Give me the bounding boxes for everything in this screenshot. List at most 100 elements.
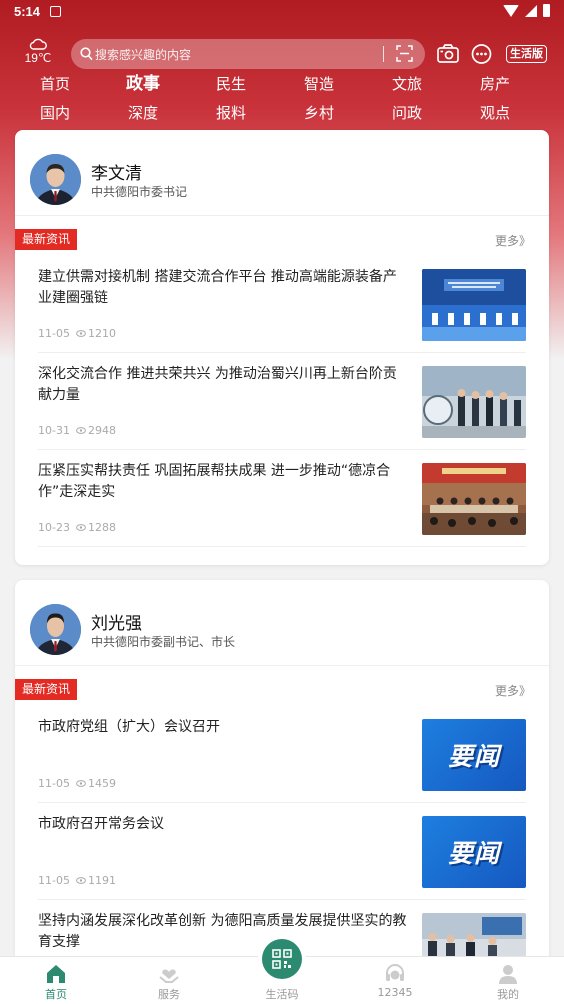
user-icon — [499, 965, 517, 984]
eye-icon — [76, 877, 86, 884]
news-thumbnail — [422, 269, 526, 341]
status-bar: 5:14 — [0, 0, 564, 26]
news-title: 坚持内涵发展深化改革创新 为德阳高质量发展提供坚实的教育支撑 — [38, 913, 407, 950]
wifi-icon — [503, 4, 519, 17]
leader-header[interactable]: 刘光强 中共德阳市委副书记、市长 — [15, 580, 549, 666]
news-item[interactable]: 深化交流合作 推进共荣共兴 为推动治蜀兴川再上新台阶贡献力量 10-31 294… — [38, 353, 526, 450]
tab-hotline[interactable]: 12345 — [355, 957, 435, 1004]
news-thumbnail — [422, 366, 526, 438]
category-tab[interactable]: 智造 — [275, 70, 363, 99]
heart-hands-icon — [159, 969, 179, 983]
news-title: 建立供需对接机制 搭建交流合作平台 推动高端能源装备产业建圈强链 — [38, 269, 397, 306]
tab-label: 12345 — [377, 986, 413, 999]
news-thumbnail — [422, 463, 526, 535]
leader-name: 刘光强 — [91, 614, 142, 634]
category-tab[interactable]: 深度 — [99, 99, 187, 128]
scan-icon[interactable] — [396, 45, 413, 62]
news-views: 2948 — [87, 424, 116, 437]
news-views: 1288 — [87, 521, 116, 534]
news-item[interactable]: 压紧压实帮扶责任 巩固拓展帮扶成果 进一步推动“德凉合作”走深走实 10-23 … — [38, 450, 526, 547]
news-date: 10-23 — [38, 521, 70, 534]
section-bar: 最新资讯 更多》 — [15, 666, 549, 706]
tab-services[interactable]: 服务 — [129, 957, 209, 1004]
avatar — [30, 604, 81, 655]
category-tab[interactable]: 乡村 — [275, 99, 363, 128]
news-views: 1210 — [87, 327, 116, 340]
latest-news-tag: 最新资讯 — [15, 229, 78, 250]
news-views: 1191 — [87, 874, 116, 887]
eye-icon — [76, 780, 86, 787]
news-item[interactable]: 市政府召开常务会议 11-05 1191 要闻 — [38, 803, 526, 900]
category-tab[interactable]: 民生 — [187, 70, 275, 99]
category-tab[interactable]: 报料 — [187, 99, 275, 128]
battery-icon — [543, 4, 550, 17]
news-title: 市政府召开常务会议 — [38, 816, 164, 832]
leader-card: 刘光强 中共德阳市委副书记、市长 最新资讯 更多》 市政府党组（扩大）会议召开 … — [15, 580, 549, 1000]
news-meta: 10-31 2948 — [38, 424, 116, 437]
eye-icon — [76, 330, 86, 337]
leader-card: 李文清 中共德阳市委书记 最新资讯 更多》 建立供需对接机制 搭建交流合作平台 … — [15, 130, 549, 565]
more-dots-icon[interactable] — [471, 44, 492, 64]
news-item[interactable]: 建立供需对接机制 搭建交流合作平台 推动高端能源装备产业建圈强链 11-05 1… — [38, 256, 526, 353]
search-icon — [80, 47, 93, 61]
category-row-2: 国内 深度 报料 乡村 问政 观点 — [11, 99, 539, 128]
eye-icon — [76, 427, 86, 434]
news-date: 11-05 — [38, 327, 70, 340]
avatar — [30, 154, 81, 205]
news-item[interactable]: 市政府党组（扩大）会议召开 11-05 1459 要闻 — [38, 706, 526, 803]
news-date: 11-05 — [38, 777, 70, 790]
eye-icon — [76, 524, 86, 531]
category-tab[interactable]: 首页 — [11, 70, 99, 99]
news-meta: 11-05 1459 — [38, 777, 116, 790]
notification-icon — [50, 6, 61, 17]
news-title: 深化交流合作 推进共荣共兴 为推动治蜀兴川再上新台阶贡献力量 — [38, 366, 397, 403]
news-date: 11-05 — [38, 874, 70, 887]
leader-title: 中共德阳市委副书记、市长 — [91, 635, 236, 649]
news-date: 10-31 — [38, 424, 70, 437]
tab-profile[interactable]: 我的 — [468, 957, 548, 1004]
qr-code-button[interactable] — [262, 939, 302, 979]
category-row-1: 首页 政事 民生 智造 文旅 房产 — [11, 70, 539, 99]
tab-home[interactable]: 首页 — [16, 957, 96, 1004]
news-meta: 10-23 1288 — [38, 521, 116, 534]
leader-title: 中共德阳市委书记 — [91, 185, 188, 199]
tab-label: 我的 — [497, 988, 519, 1001]
camera-icon[interactable] — [437, 44, 459, 63]
headset-icon — [386, 964, 404, 981]
category-tab[interactable]: 国内 — [11, 99, 99, 128]
status-time: 5:14 — [14, 4, 41, 19]
news-thumbnail: 要闻 — [422, 816, 526, 888]
qr-code-icon — [272, 949, 292, 969]
tab-label: 生活码 — [265, 988, 299, 1001]
more-link[interactable]: 更多》 — [495, 232, 531, 249]
signal-icon — [525, 4, 537, 17]
tab-label: 服务 — [158, 988, 180, 1001]
news-thumbnail: 要闻 — [422, 719, 526, 791]
news-title: 市政府党组（扩大）会议召开 — [38, 719, 220, 735]
thumbnail-label: 要闻 — [447, 839, 500, 868]
category-tab[interactable]: 问政 — [363, 99, 451, 128]
thumbnail-label: 要闻 — [447, 742, 500, 771]
leader-header[interactable]: 李文清 中共德阳市委书记 — [15, 130, 549, 216]
life-edition-button[interactable]: 生活版 — [506, 45, 547, 63]
category-tab[interactable]: 观点 — [451, 99, 539, 128]
home-icon — [47, 965, 65, 983]
news-views: 1459 — [87, 777, 116, 790]
more-link[interactable]: 更多》 — [495, 682, 531, 699]
section-bar: 最新资讯 更多》 — [15, 216, 549, 256]
search-divider — [383, 46, 384, 62]
tab-label: 首页 — [45, 988, 67, 1001]
news-title: 压紧压实帮扶责任 巩固拓展帮扶成果 进一步推动“德凉合作”走深走实 — [38, 463, 391, 500]
search-input[interactable]: 搜索感兴趣的内容 — [71, 39, 425, 69]
category-tab[interactable]: 文旅 — [363, 70, 451, 99]
status-icons — [503, 4, 550, 17]
cloud-icon — [29, 38, 47, 50]
leader-name: 李文清 — [91, 164, 142, 184]
search-placeholder: 搜索感兴趣的内容 — [95, 48, 192, 62]
news-meta: 11-05 1191 — [38, 874, 116, 887]
news-meta: 11-05 1210 — [38, 327, 116, 340]
category-tab-active[interactable]: 政事 — [99, 70, 187, 99]
category-tab[interactable]: 房产 — [451, 70, 539, 99]
category-nav: 首页 政事 民生 智造 文旅 房产 国内 深度 报料 乡村 问政 观点 — [11, 70, 539, 128]
weather-widget[interactable]: 19℃ — [18, 38, 58, 65]
